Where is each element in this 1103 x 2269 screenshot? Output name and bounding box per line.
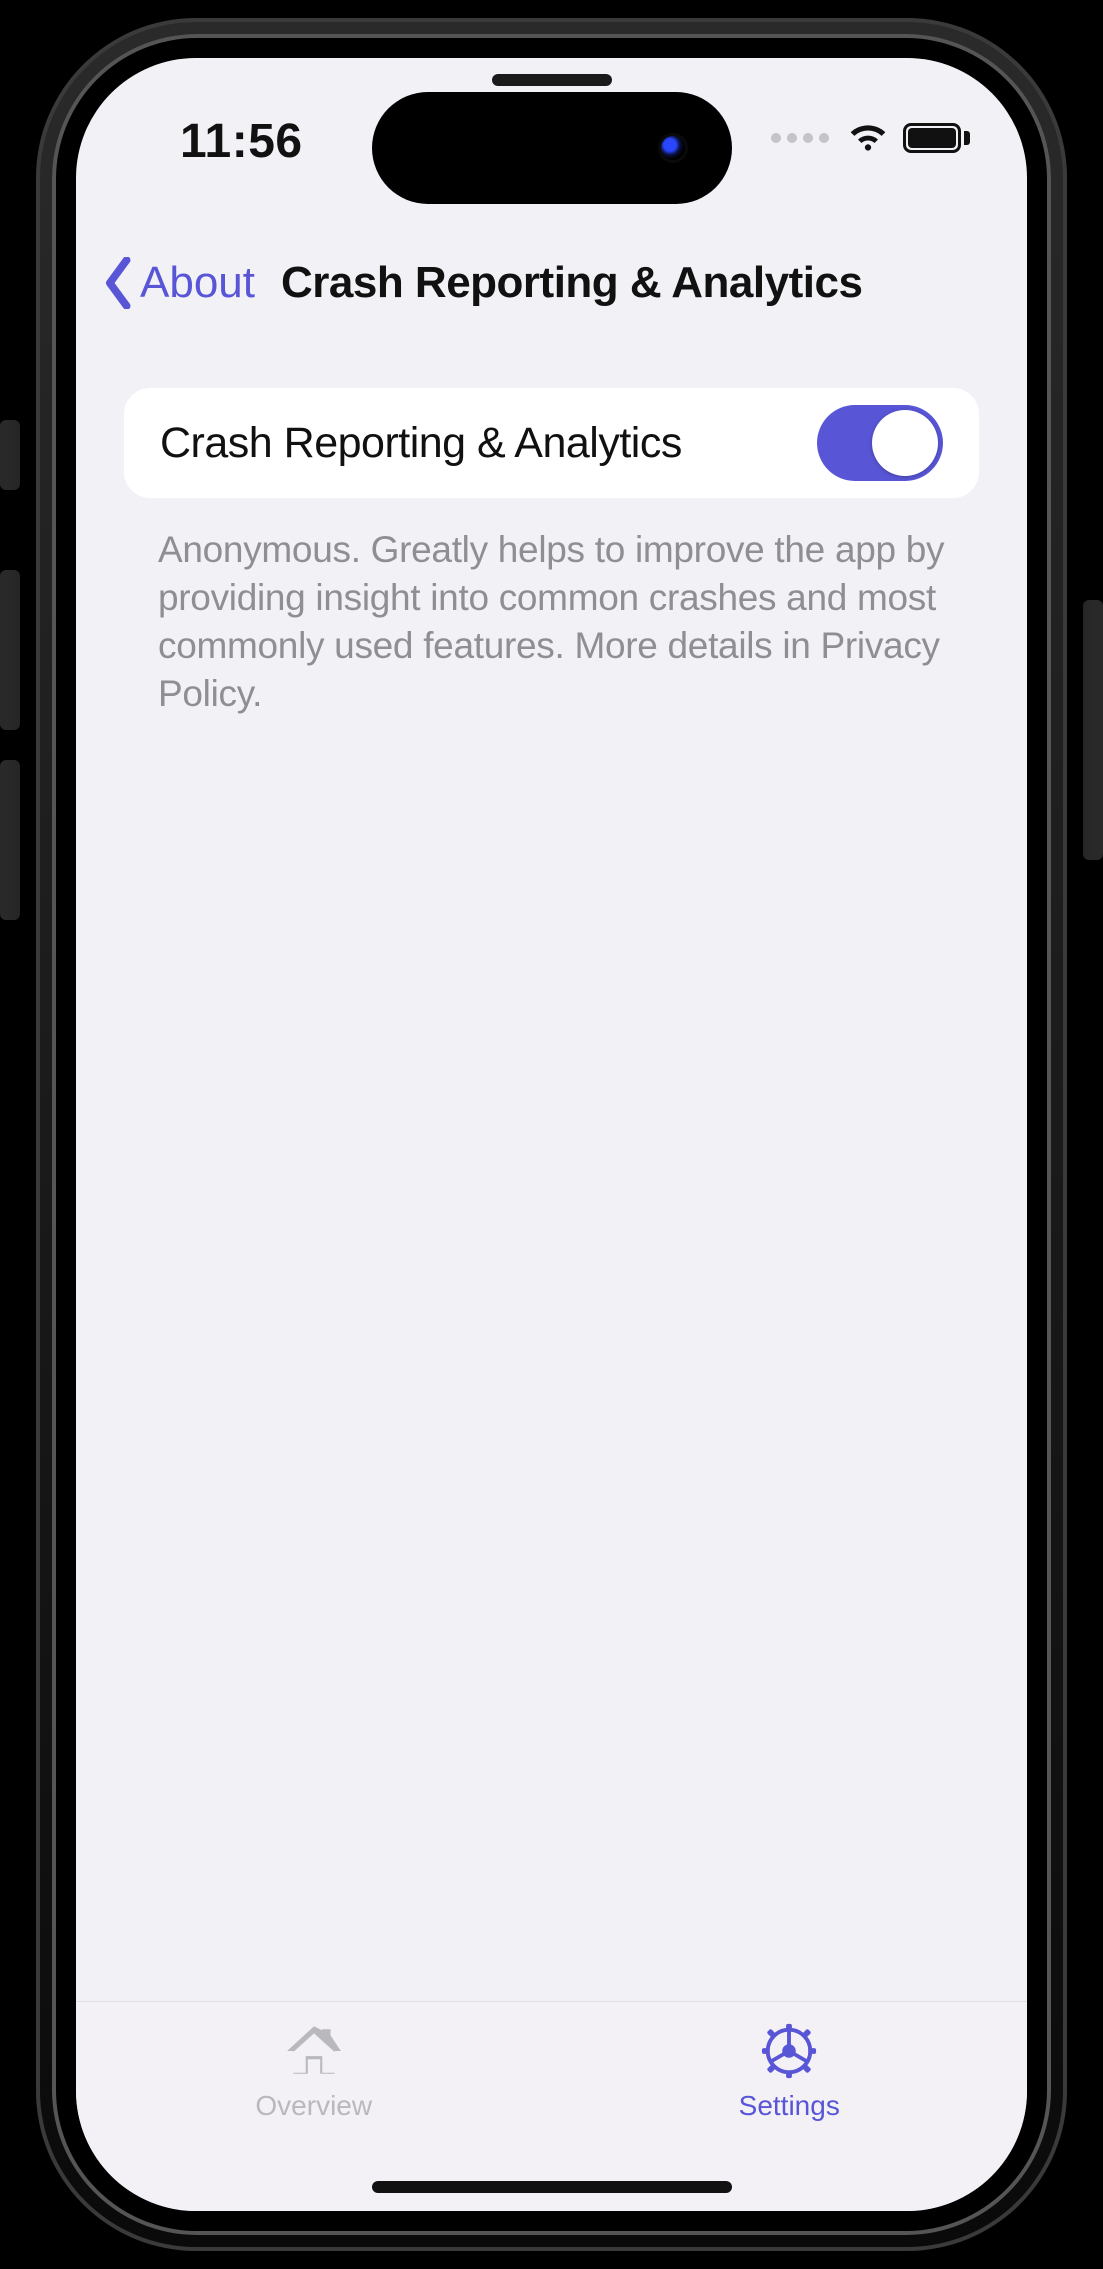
back-label: About [140, 258, 255, 308]
page-title: Crash Reporting & Analytics [281, 258, 862, 308]
status-time: 11:56 [180, 115, 303, 168]
side-button [0, 420, 20, 490]
navigation-bar: About Crash Reporting & Analytics [76, 233, 1027, 333]
device-frame: 11:56 [0, 0, 1103, 2269]
crash-analytics-label: Crash Reporting & Analytics [160, 419, 682, 468]
side-button [0, 760, 20, 920]
tab-overview-label: Overview [255, 2090, 372, 2122]
house-icon [283, 2022, 345, 2080]
settings-card: Crash Reporting & Analytics [124, 388, 979, 498]
wifi-icon [847, 123, 889, 153]
screen: 11:56 [76, 58, 1027, 2211]
tab-settings[interactable]: Settings [552, 2002, 1028, 2211]
back-button[interactable]: About [102, 257, 255, 309]
crash-analytics-footnote: Anonymous. Greatly helps to improve the … [124, 498, 979, 718]
crash-analytics-toggle[interactable] [817, 405, 943, 481]
side-button [1083, 600, 1103, 860]
tab-settings-label: Settings [739, 2090, 840, 2122]
crash-analytics-row: Crash Reporting & Analytics [160, 388, 943, 498]
toggle-knob [872, 410, 938, 476]
chevron-left-icon [102, 257, 136, 309]
tab-overview[interactable]: Overview [76, 2002, 552, 2211]
gear-icon [758, 2022, 820, 2080]
dynamic-island [372, 92, 732, 204]
home-indicator[interactable] [372, 2181, 732, 2193]
tab-bar: Overview [76, 2001, 1027, 2211]
content-area: Crash Reporting & Analytics Anonymous. G… [76, 388, 1027, 1981]
device-bezel: 11:56 [36, 18, 1067, 2251]
cellular-dots-icon [771, 133, 829, 143]
side-button [0, 570, 20, 730]
camera-lens-icon [658, 133, 688, 163]
battery-icon [903, 120, 975, 156]
